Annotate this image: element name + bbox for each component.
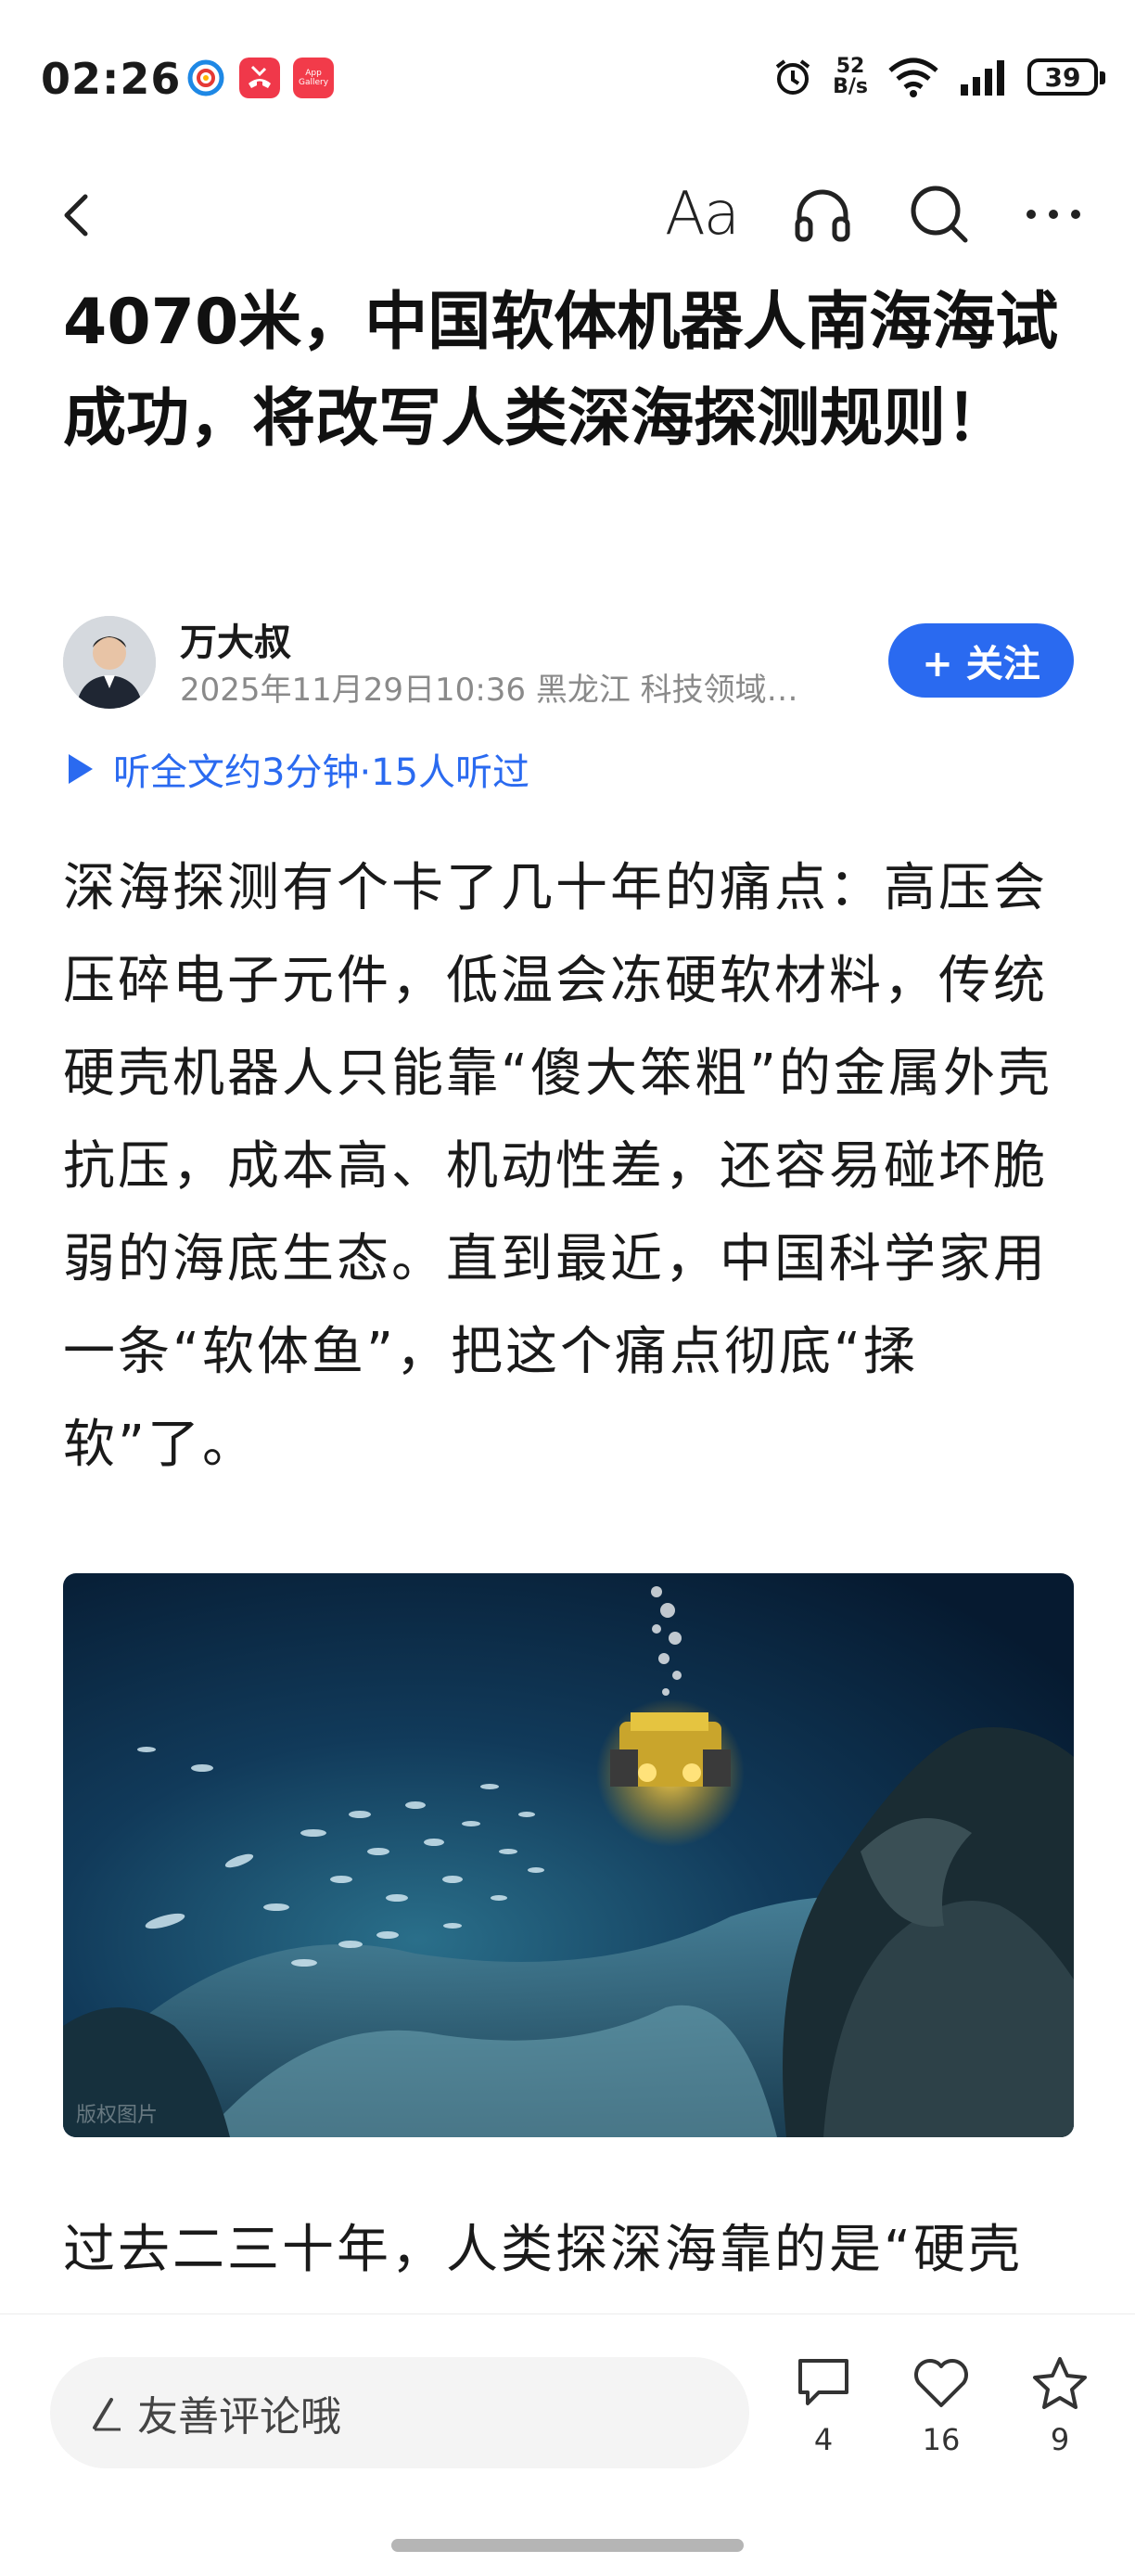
missed-call-icon [239, 58, 280, 98]
app-gallery-icon: App Gallery [293, 58, 334, 98]
image-watermark: 版权图片 [76, 2104, 159, 2127]
font-size-icon[interactable]: Aa [665, 180, 740, 249]
comment-icon [798, 2359, 848, 2405]
heart-icon [914, 2359, 968, 2407]
app-icon-blue-circle [187, 59, 224, 96]
favorite-button[interactable]: 9 [1018, 2355, 1102, 2457]
signal-icon [961, 60, 1004, 96]
star-icon [1033, 2357, 1087, 2409]
article-paragraph: 过去二三十年，人类探深海靠的是“硬壳 [63, 2220, 1024, 2280]
net-speed-value: 52 [835, 55, 865, 78]
battery-icon: 39 [1027, 58, 1105, 96]
play-icon [69, 754, 93, 784]
article-paragraph: 深海探测有个卡了几十年的痛点：高压会压碎电子元件，低温会冻硬软材料，传统硬壳机器… [63, 858, 1053, 1475]
net-speed: 52 B/s [833, 57, 868, 97]
search-icon[interactable] [907, 182, 972, 247]
likes-count: 16 [922, 2422, 961, 2457]
comments-count: 4 [813, 2422, 834, 2457]
author-row: 万大叔 2025年11月29日10:36 黑龙江 科技领域… + 关注 [63, 612, 1074, 714]
battery-level: 39 [1044, 61, 1081, 93]
status-right-group: 52 B/s 39 [772, 56, 1105, 98]
headphones-icon[interactable] [790, 182, 855, 247]
author-meta: 2025年11月29日10:36 黑龙江 科技领域… [180, 672, 798, 709]
comment-input[interactable]: 友善评论哦 [50, 2357, 749, 2468]
net-speed-unit: B/s [833, 75, 868, 98]
comments-button[interactable]: 4 [782, 2355, 865, 2457]
back-icon[interactable] [50, 187, 106, 243]
article-toolbar: Aa [0, 167, 1135, 260]
follow-button[interactable]: + 关注 [888, 623, 1074, 698]
favorites-count: 9 [1050, 2422, 1070, 2457]
article-title: 4070米，中国软体机器人南海海试成功，将改写人类深海探测规则！ [63, 286, 1059, 455]
avatar[interactable] [63, 616, 156, 709]
avatar-image [63, 616, 156, 709]
listen-label: 听全文约3分钟·15人听过 [113, 751, 530, 794]
bottom-action-bar: 友善评论哦 4 16 9 [0, 2313, 1135, 2576]
author-name[interactable]: 万大叔 [180, 612, 291, 666]
like-button[interactable]: 16 [899, 2355, 983, 2457]
status-time: 02:26 [41, 54, 182, 104]
pen-icon [93, 2398, 121, 2431]
alarm-icon [775, 59, 810, 95]
status-bar: 02:26 App Gallery 52 B/s 39 [0, 0, 1135, 139]
wifi-icon [888, 58, 938, 97]
comment-placeholder: 友善评论哦 [137, 2393, 341, 2441]
listen-link[interactable]: 听全文约3分钟·15人听过 [69, 742, 529, 796]
more-icon[interactable] [1024, 182, 1083, 247]
deep-sea-robot-image [63, 1573, 1074, 2137]
article-image[interactable]: 版权图片 [63, 1573, 1074, 2137]
home-indicator[interactable] [391, 2539, 744, 2552]
